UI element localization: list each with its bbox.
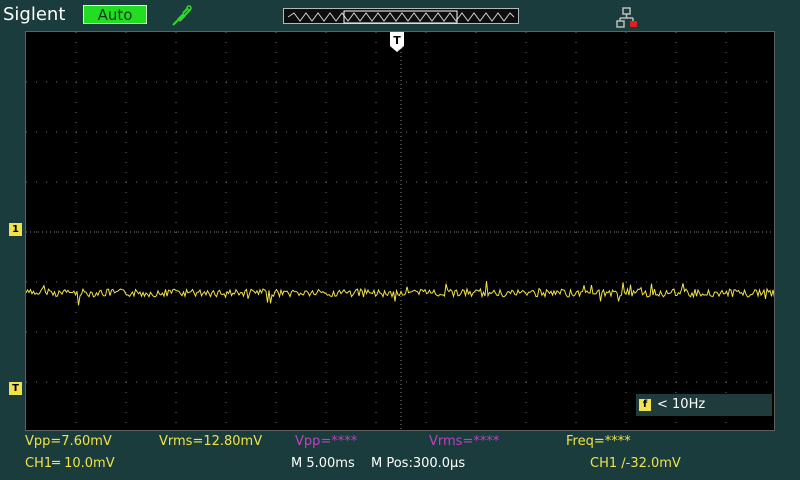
vrms-ch2: Vrms=**** (429, 434, 500, 449)
trigger-level-marker: T (9, 382, 22, 395)
frequency-counter: f < 10Hz (636, 394, 772, 416)
frequency-icon: f (639, 399, 651, 411)
probe-icon (172, 5, 192, 26)
vpp-ch1: Vpp=7.60mV (25, 434, 112, 449)
frequency-value: < 10Hz (657, 397, 706, 412)
top-bar: Siglent Auto (0, 0, 800, 31)
memory-position: M Pos:300.0µs (371, 456, 466, 471)
ch1-scale: CH1═ 10.0mV (25, 456, 115, 471)
timebase: M 5.00ms (291, 456, 355, 471)
brand-label: Siglent (3, 4, 66, 25)
ch1-offset-marker: 1 (9, 223, 22, 236)
network-icon (616, 7, 637, 28)
vpp-ch2: Vpp=**** (295, 434, 358, 449)
memory-waveform-preview (287, 10, 515, 24)
freq-measurement: Freq=**** (566, 434, 631, 449)
trigger-position-marker: T (390, 32, 404, 52)
vrms-ch1: Vrms=12.80mV (159, 434, 263, 449)
trigger-mode-indicator: Auto (83, 5, 147, 24)
memory-position-bar (283, 8, 519, 24)
trigger-setting: CH1 ∕-32.0mV (590, 456, 681, 471)
ch1-trace (26, 280, 774, 306)
svg-text:T: T (393, 34, 401, 47)
waveform-display (25, 31, 775, 431)
